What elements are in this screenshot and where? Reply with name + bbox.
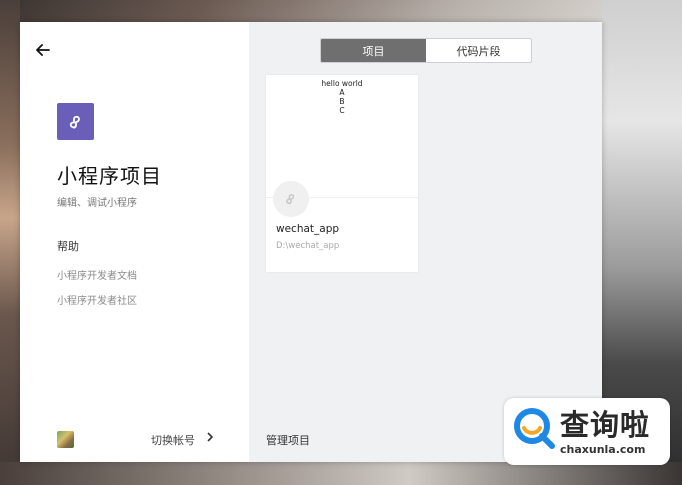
sidebar: 小程序项目 编辑、调试小程序 帮助 小程序开发者文档 小程序开发者社区 切换帐号 (20, 22, 249, 462)
watermark-text-cn: 查询啦 (560, 408, 651, 442)
mini-program-icon (69, 115, 80, 128)
page-title: 小程序项目 (57, 164, 162, 188)
preview-line: B (339, 97, 345, 106)
search-logo-icon (514, 408, 555, 449)
back-button[interactable] (36, 40, 56, 60)
mini-program-icon (286, 194, 295, 205)
project-preview: hello world A B C (266, 75, 418, 198)
preview-line: A (339, 88, 345, 97)
preview-line: C (339, 106, 345, 115)
help-link-community[interactable]: 小程序开发者社区 (57, 292, 137, 307)
tab-projects[interactable]: 项目 (321, 39, 426, 62)
watermark-text-en: chaxunla.com (560, 443, 646, 456)
avatar[interactable] (57, 431, 74, 448)
background-left (0, 0, 20, 485)
main-panel: 项目 代码片段 hello world A B C wechat_app D:\… (249, 22, 602, 462)
page-subtitle: 编辑、调试小程序 (57, 198, 137, 209)
preview-line: hello world (321, 79, 363, 88)
app-window: 小程序项目 编辑、调试小程序 帮助 小程序开发者文档 小程序开发者社区 切换帐号… (20, 22, 602, 462)
project-path: D:\wechat_app (276, 241, 340, 251)
tab-bar: 项目 代码片段 (320, 38, 532, 63)
tab-code-snippets[interactable]: 代码片段 (426, 39, 531, 62)
mini-program-logo (57, 103, 94, 140)
help-heading: 帮助 (57, 240, 79, 253)
manage-projects-button[interactable]: 管理项目 (266, 432, 310, 448)
switch-account-button[interactable]: 切换帐号 (151, 432, 195, 448)
project-name: wechat_app (276, 223, 340, 235)
background-bottom (0, 462, 682, 485)
chevron-right-icon[interactable] (206, 431, 214, 446)
arrow-left-icon (36, 44, 50, 56)
watermark: 查询啦 chaxunla.com (504, 398, 670, 465)
help-link-docs[interactable]: 小程序开发者文档 (57, 267, 137, 282)
project-icon (273, 181, 309, 217)
project-card[interactable]: hello world A B C wechat_app D:\wechat_a… (266, 75, 418, 272)
